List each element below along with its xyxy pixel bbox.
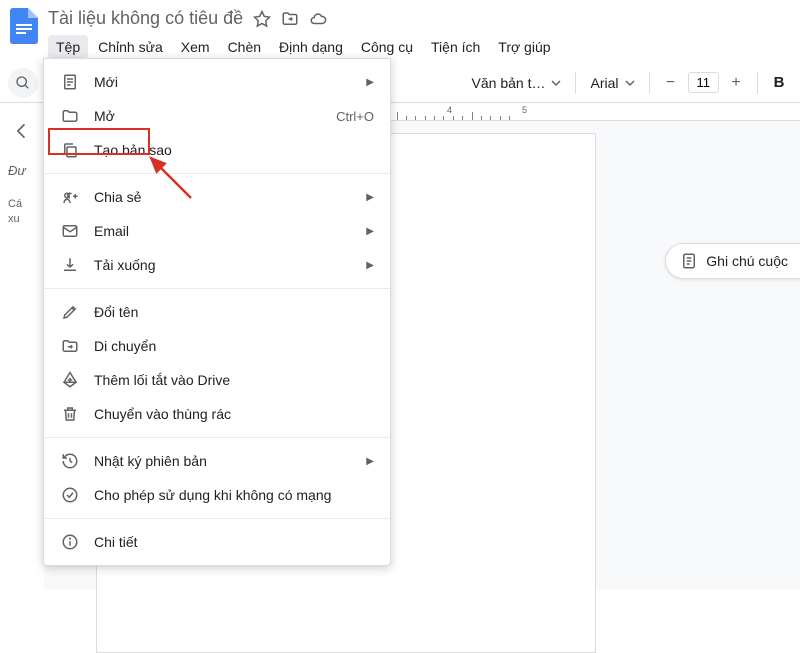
menu-item-label: Email: [94, 223, 366, 239]
menu-item-label: Chuyển vào thùng rác: [94, 406, 374, 422]
menu-item-label: Tạo bản sao: [94, 142, 374, 158]
shortcut-icon: [60, 370, 80, 390]
menu-extensions[interactable]: Tiện ích: [423, 35, 488, 59]
menu-item-share[interactable]: Chia sẻ ▶: [44, 180, 390, 214]
menu-divider: [44, 288, 390, 289]
menu-insert[interactable]: Chèn: [220, 35, 269, 59]
header: Tài liệu không có tiêu đề Tệp Chỉnh sửa …: [0, 0, 800, 63]
outline-text-cut: xu: [8, 212, 36, 227]
menu-item-label: Di chuyển: [94, 338, 374, 354]
menu-item-move[interactable]: Di chuyển: [44, 329, 390, 363]
submenu-arrow-icon: ▶: [366, 226, 374, 237]
menu-item-label: Cho phép sử dụng khi không có mạng: [94, 487, 374, 503]
notes-label: Ghi chú cuộc: [706, 253, 788, 269]
search-button[interactable]: [8, 68, 38, 98]
move-icon: [60, 336, 80, 356]
meeting-notes-button[interactable]: Ghi chú cuộc: [665, 243, 800, 279]
menu-item-copy[interactable]: Tạo bản sao: [44, 133, 390, 167]
menu-divider: [44, 437, 390, 438]
font-size-increase[interactable]: +: [723, 70, 749, 96]
cloud-status-icon[interactable]: [309, 10, 327, 28]
menu-edit[interactable]: Chỉnh sửa: [90, 35, 171, 59]
menu-item-label: Nhật ký phiên bản: [94, 453, 366, 469]
folder-icon: [60, 106, 80, 126]
file-dropdown-menu: Mới ▶ Mở Ctrl+O Tạo bản sao Chia sẻ ▶ Em…: [43, 58, 391, 566]
menu-tools[interactable]: Công cụ: [353, 35, 421, 59]
trash-icon: [60, 404, 80, 424]
menu-item-email[interactable]: Email ▶: [44, 214, 390, 248]
email-icon: [60, 221, 80, 241]
history-icon: [60, 451, 80, 471]
font-size-input[interactable]: 11: [688, 72, 720, 93]
menu-divider: [44, 518, 390, 519]
submenu-arrow-icon: ▶: [366, 192, 374, 203]
share-icon: [60, 187, 80, 207]
menu-item-label: Đổi tên: [94, 304, 374, 320]
menu-item-label: Tải xuống: [94, 257, 366, 273]
menu-item-offline[interactable]: Cho phép sử dụng khi không có mạng: [44, 478, 390, 512]
outline-heading: Đư: [8, 161, 36, 181]
menu-shortcut: Ctrl+O: [336, 109, 374, 124]
font-label: Arial: [590, 75, 618, 91]
notes-icon: [680, 252, 698, 270]
menu-view[interactable]: Xem: [173, 35, 218, 59]
menu-item-label: Thêm lối tắt vào Drive: [94, 372, 374, 388]
back-button[interactable]: [8, 117, 36, 145]
left-panel: Đư Cá xu: [0, 103, 44, 590]
chevron-down-icon: [551, 78, 561, 88]
toolbar-separator: [757, 72, 758, 94]
menu-item-download[interactable]: Tải xuống ▶: [44, 248, 390, 282]
menu-item-shortcut[interactable]: Thêm lối tắt vào Drive: [44, 363, 390, 397]
submenu-arrow-icon: ▶: [366, 456, 374, 467]
menu-help[interactable]: Trợ giúp: [490, 35, 558, 59]
menu-item-file[interactable]: Mới ▶: [44, 65, 390, 99]
submenu-arrow-icon: ▶: [366, 260, 374, 271]
menu-item-info[interactable]: Chi tiết: [44, 525, 390, 559]
menu-divider: [44, 173, 390, 174]
font-size-decrease[interactable]: −: [658, 70, 684, 96]
menu-item-rename[interactable]: Đổi tên: [44, 295, 390, 329]
outline-text-cut: Cá: [8, 197, 36, 212]
move-folder-icon[interactable]: [281, 10, 299, 28]
paragraph-style-select[interactable]: Văn bản t…: [466, 71, 568, 95]
font-select[interactable]: Arial: [584, 71, 640, 95]
toolbar-separator: [649, 72, 650, 94]
submenu-arrow-icon: ▶: [366, 77, 374, 88]
chevron-down-icon: [625, 78, 635, 88]
menu-item-trash[interactable]: Chuyển vào thùng rác: [44, 397, 390, 431]
info-icon: [60, 532, 80, 552]
arrow-left-icon: [12, 121, 32, 141]
menu-item-label: Mở: [94, 108, 336, 124]
title-row: Tài liệu không có tiêu đề: [48, 6, 559, 31]
document-title[interactable]: Tài liệu không có tiêu đề: [48, 8, 243, 29]
download-icon: [60, 255, 80, 275]
paragraph-style-label: Văn bản t…: [472, 75, 546, 91]
menu-format[interactable]: Định dạng: [271, 35, 351, 59]
star-icon[interactable]: [253, 10, 271, 28]
docs-icon: [10, 8, 38, 44]
search-icon: [15, 75, 31, 91]
menu-file[interactable]: Tệp: [48, 35, 88, 59]
bold-button[interactable]: B: [766, 70, 792, 96]
toolbar-separator: [575, 72, 576, 94]
title-area: Tài liệu không có tiêu đề Tệp Chỉnh sửa …: [48, 6, 559, 63]
menu-item-label: Chi tiết: [94, 534, 374, 550]
copy-icon: [60, 140, 80, 160]
offline-icon: [60, 485, 80, 505]
file-icon: [60, 72, 80, 92]
menu-item-history[interactable]: Nhật ký phiên bản ▶: [44, 444, 390, 478]
menu-item-label: Chia sẻ: [94, 189, 366, 205]
menu-item-label: Mới: [94, 74, 366, 90]
docs-logo[interactable]: [4, 6, 44, 46]
menu-item-folder[interactable]: Mở Ctrl+O: [44, 99, 390, 133]
rename-icon: [60, 302, 80, 322]
